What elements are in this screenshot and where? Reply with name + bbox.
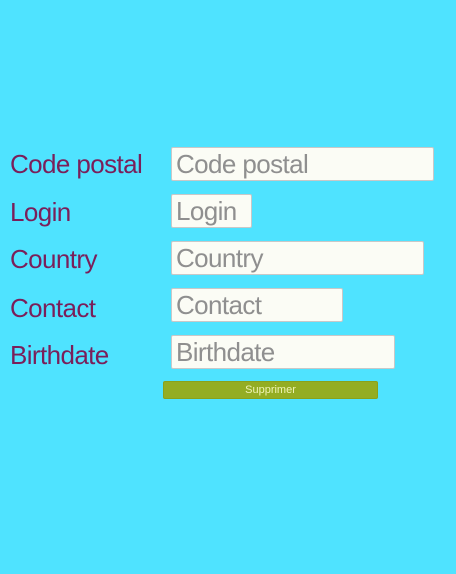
login-input[interactable] (171, 194, 252, 228)
form: Code postal Login Country Contact Birthd… (0, 0, 456, 574)
contact-input[interactable] (171, 288, 343, 322)
login-label: Login (10, 197, 71, 227)
birthdate-label: Birthdate (10, 340, 109, 370)
country-input[interactable] (171, 241, 424, 275)
country-label: Country (10, 244, 97, 274)
birthdate-input[interactable] (171, 335, 395, 369)
contact-label: Contact (10, 293, 96, 323)
supprimer-button[interactable]: Supprimer (163, 381, 378, 399)
code-postal-label: Code postal (10, 149, 143, 179)
code-postal-input[interactable] (171, 147, 434, 181)
